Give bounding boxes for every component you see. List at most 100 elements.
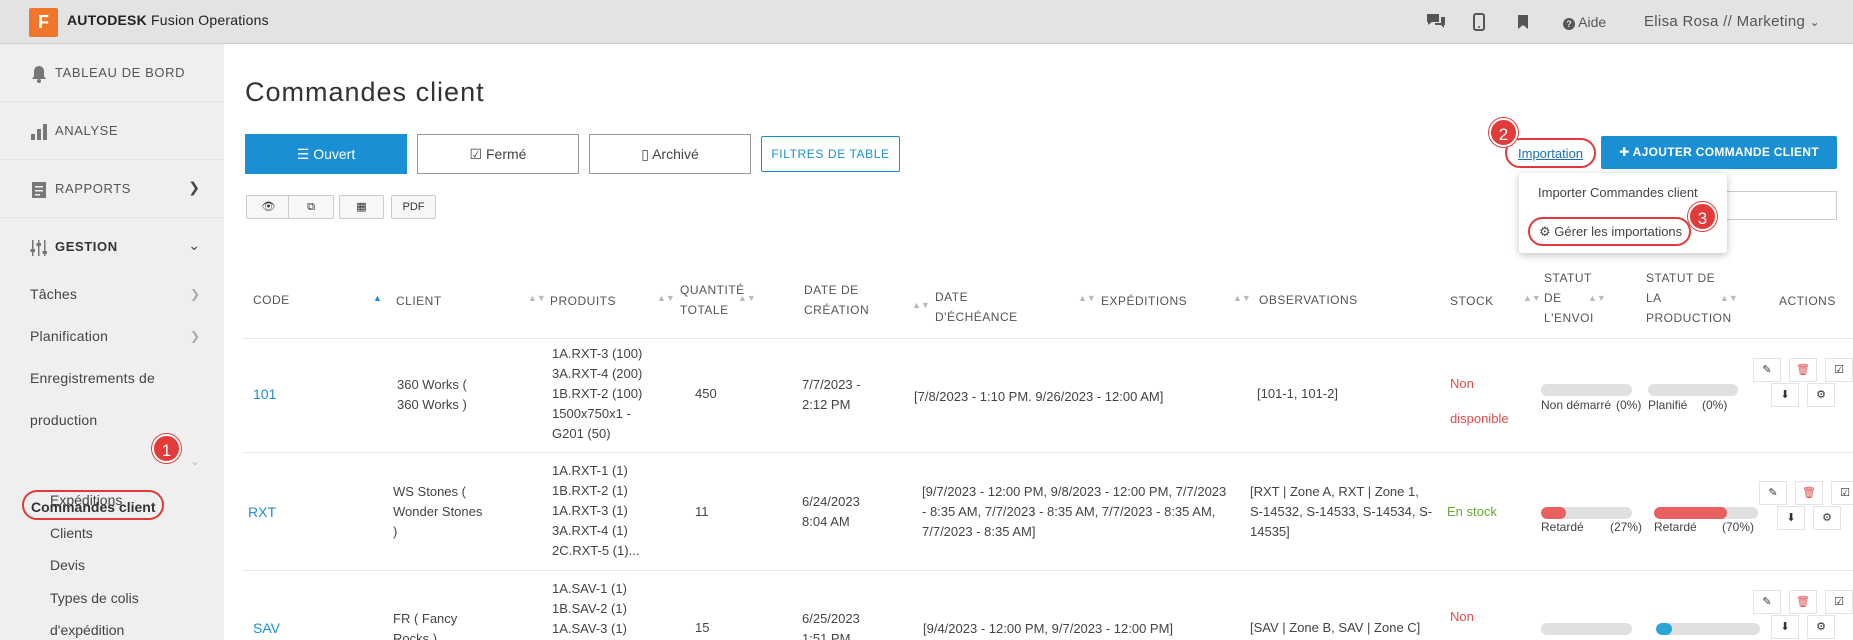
check-icon[interactable]: ☑ [1831, 481, 1853, 505]
gears-icon: ⚙ [1539, 224, 1551, 239]
production-status-label: Retardé [1654, 520, 1697, 534]
sidebar-item-types-colis[interactable]: Types de colis [50, 590, 139, 606]
shipping-progress-bar [1541, 623, 1632, 635]
menu-item-import-orders[interactable]: Importer Commandes client [1538, 185, 1698, 200]
mobile-icon[interactable] [1473, 13, 1485, 31]
column-header-produits[interactable]: PRODUITS [550, 291, 616, 311]
column-header-statut-envoi[interactable]: STATUT DE L'ENVOI [1544, 268, 1594, 328]
cell-line: 1A.RXT-3 (100) [552, 346, 643, 361]
cell-line: 1A.RXT-1 (1) [552, 463, 628, 478]
sidebar-item-types-colis-2[interactable]: d'expédition [50, 622, 124, 638]
order-code-link[interactable]: 101 [253, 384, 276, 404]
sort-icon[interactable]: ▲▼ [1233, 293, 1251, 303]
header-line: LA [1646, 291, 1662, 305]
edit-icon[interactable]: ✎ [1753, 590, 1781, 614]
plus-icon: ✚ [1619, 145, 1630, 159]
add-customer-order-button[interactable]: ✚ AJOUTER COMMANDE CLIENT [1601, 136, 1837, 169]
sidebar-item-tableau-de-bord[interactable]: TABLEAU DE BORD [0, 44, 224, 102]
import-link[interactable]: Importation [1505, 138, 1596, 168]
sort-icon[interactable]: ▲▼ [1078, 293, 1096, 303]
sidebar-item-rapports[interactable]: RAPPORTS ❯ [0, 160, 224, 218]
bookmark-icon[interactable] [1517, 14, 1529, 30]
quantity-cell: 11 [695, 504, 709, 519]
sidebar-item-clients[interactable]: Clients [50, 525, 93, 541]
shipping-status-label: Non démarré [1541, 398, 1612, 412]
sort-icon[interactable]: ▲▼ [1720, 293, 1738, 303]
chevron-right-icon: ❯ [190, 329, 201, 343]
settings-icon[interactable]: ⚙ [1807, 383, 1835, 407]
sort-asc-icon[interactable]: ▲ [373, 293, 382, 303]
import-link-label: Importation [1518, 146, 1584, 161]
sort-icon[interactable]: ▲▼ [528, 293, 546, 303]
user-menu[interactable]: Elisa Rosa // Marketing ⌄ [1644, 13, 1820, 30]
cell-line: S-14532, S-14533, S-14534, S- [1250, 504, 1433, 519]
tab-ouvert[interactable]: ☰ Ouvert [245, 134, 407, 174]
sort-icon[interactable]: ▲▼ [1588, 293, 1606, 303]
settings-icon[interactable]: ⚙ [1807, 615, 1835, 639]
order-code-link[interactable]: SAV [253, 618, 280, 638]
column-header-expeditions[interactable]: EXPÉDITIONS [1101, 291, 1187, 311]
column-header-date-echeance[interactable]: DATE D'ÉCHÉANCE [935, 287, 1018, 327]
header-line: STATUT DE [1646, 271, 1716, 285]
download-icon[interactable]: ⬇ [1777, 506, 1805, 530]
creation-date-cell: 7/7/2023 - 2:12 PM [802, 375, 861, 415]
production-status-label: Planifié [1648, 398, 1688, 412]
column-header-date-creation[interactable]: DATE DE CRÉATION [804, 280, 869, 320]
shipping-status-percent: (0%) [1616, 398, 1642, 412]
sidebar-item-enregistrements[interactable]: Enregistrements de [30, 370, 155, 386]
column-header-code[interactable]: CODE [253, 290, 290, 310]
sidebar-item-production[interactable]: production [30, 412, 97, 428]
eye-icon[interactable]: 👁 [246, 195, 291, 219]
pdf-button[interactable]: PDF [391, 195, 436, 219]
top-bar: F AUTODESK Fusion Operations ? Aide Elis… [0, 0, 1853, 44]
tab-archive[interactable]: ▯ Archivé [589, 134, 751, 174]
sidebar-item-taches[interactable]: Tâches [30, 286, 77, 302]
column-header-quantite[interactable]: QUANTITÉ TOTALE [680, 280, 745, 320]
sidebar-item-expeditions[interactable]: Expéditions [50, 492, 122, 508]
copy-icon[interactable]: ⧉ [288, 195, 334, 219]
sort-icon[interactable]: ▲▼ [912, 300, 930, 310]
tab-ferme[interactable]: ☑ Fermé [417, 134, 579, 174]
chevron-right-icon: ❯ [190, 287, 201, 301]
menu-item-manage-imports[interactable]: ⚙ Gérer les importations [1528, 217, 1691, 246]
header-line: L'ENVOI [1544, 311, 1594, 325]
chat-icon[interactable] [1425, 12, 1447, 30]
sidebar-item-devis[interactable]: Devis [50, 557, 85, 573]
delete-icon[interactable]: 🗑 [1795, 481, 1823, 505]
sidebar-item-analyse[interactable]: ANALYSE [0, 102, 224, 160]
column-header-statut-production[interactable]: STATUT DE LA PRODUCTION [1646, 268, 1732, 328]
download-icon[interactable]: ⬇ [1771, 383, 1799, 407]
sort-icon[interactable]: ▲▼ [1523, 293, 1541, 303]
check-icon[interactable]: ☑ [1825, 590, 1853, 614]
cell-line: 360 Works ( [397, 377, 467, 392]
sort-icon[interactable]: ▲▼ [738, 293, 756, 303]
column-header-observations[interactable]: OBSERVATIONS [1259, 290, 1358, 310]
sidebar-item-gestion[interactable]: GESTION ⌄ [0, 218, 224, 276]
column-header-client[interactable]: CLIENT [396, 291, 442, 311]
order-code-link[interactable]: RXT [248, 502, 276, 522]
table-icon[interactable]: ▦ [339, 195, 384, 219]
table-filters-button[interactable]: FILTRES DE TABLE [761, 136, 900, 172]
cell-line: 3A.RXT-4 (1) [552, 523, 628, 538]
cell-line: WS Stones ( [393, 484, 466, 499]
check-icon[interactable]: ☑ [1825, 358, 1853, 382]
sidebar-item-planification[interactable]: Planification [30, 328, 108, 344]
delete-icon[interactable]: 🗑 [1789, 358, 1817, 382]
help-link[interactable]: ? Aide [1563, 14, 1606, 30]
download-icon[interactable]: ⬇ [1771, 615, 1799, 639]
fusion-logo[interactable]: F [29, 8, 58, 37]
help-label: Aide [1578, 14, 1607, 30]
settings-icon[interactable]: ⚙ [1813, 506, 1841, 530]
cell-line: 1A.RXT-3 (1) [552, 503, 628, 518]
cell-line: Rocks ) [393, 631, 438, 640]
column-header-actions: ACTIONS [1779, 294, 1836, 308]
column-header-stock[interactable]: STOCK [1450, 291, 1494, 311]
header-line: QUANTITÉ [680, 283, 745, 297]
edit-icon[interactable]: ✎ [1759, 481, 1787, 505]
cell-line: 8:04 AM [802, 514, 850, 529]
cell-line: 6/24/2023 [802, 494, 860, 509]
sort-icon[interactable]: ▲▼ [657, 293, 675, 303]
edit-icon[interactable]: ✎ [1753, 358, 1781, 382]
row-divider [243, 338, 1853, 339]
delete-icon[interactable]: 🗑 [1789, 590, 1817, 614]
